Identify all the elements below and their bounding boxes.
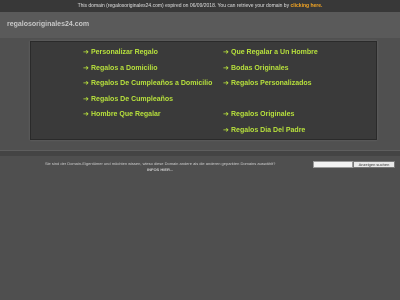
related-link-label: Bodas Originales xyxy=(231,64,289,72)
arrow-right-icon: ➔ xyxy=(83,80,89,87)
related-link-label: Regalos a Domicilio xyxy=(91,64,158,72)
related-link-regalos-personalizados[interactable]: ➔ Regalos Personalizados xyxy=(223,79,373,88)
related-link-label: Hombre Que Regalar xyxy=(91,111,161,118)
right-link-column: ➔ Que Regalar a Un Hombre ➔ Bodas Origin… xyxy=(223,48,373,141)
related-link-que-regalar-hombre[interactable]: ➔ Que Regalar a Un Hombre xyxy=(223,48,373,57)
arrow-right-icon: ➔ xyxy=(83,95,89,103)
site-logo[interactable]: regalosoriginales24.com xyxy=(7,21,89,28)
owner-notice: Sie sind der Domain-Eigentümer und möcht… xyxy=(45,161,310,173)
owner-notice-text: Sie sind der Domain-Eigentümer und möcht… xyxy=(45,161,276,166)
related-link-regalos-a-domicilio[interactable]: ➔ Regalos a Domicilio xyxy=(83,64,233,73)
left-link-column: ➔ Personalizar Regalo ➔ Regalos a Domici… xyxy=(83,48,233,126)
arrow-right-icon: ➔ xyxy=(223,80,229,87)
arrow-right-icon: ➔ xyxy=(223,49,229,56)
related-link-label: Regalos Personalizados xyxy=(231,80,312,87)
related-link-label: Personalizar Regalo xyxy=(91,49,158,56)
retrieve-domain-link[interactable]: clicking here. xyxy=(290,3,322,9)
related-link-label: Regalos Originales xyxy=(231,111,295,118)
arrow-right-icon: ➔ xyxy=(223,111,229,118)
related-link-label: Regalos De Cumpleaños xyxy=(91,95,174,103)
ad-search-button[interactable]: Anzeigen suchen xyxy=(353,161,395,168)
related-link-label: Que Regalar a Un Hombre xyxy=(231,49,318,56)
arrow-right-icon: ➔ xyxy=(83,64,89,72)
footer-separator xyxy=(0,150,400,156)
related-link-label: Regalos De Cumpleaños a Domicilio xyxy=(91,80,213,87)
related-link-bodas-originales[interactable]: ➔ Bodas Originales xyxy=(223,64,373,73)
related-link-label: Regalos Dia Del Padre xyxy=(231,126,306,134)
site-header: regalosoriginales24.com xyxy=(0,12,400,39)
related-link-regalos-originales[interactable]: ➔ Regalos Originales xyxy=(223,110,373,119)
related-link-regalos-cumpleanos[interactable]: ➔ Regalos De Cumpleaños xyxy=(83,95,233,104)
arrow-right-icon: ➔ xyxy=(83,49,89,56)
related-link-regalos-dia-del-padre[interactable]: ➔ Regalos Dia Del Padre xyxy=(223,126,373,135)
arrow-right-icon: ➔ xyxy=(223,126,229,134)
ad-search-input[interactable] xyxy=(313,161,353,168)
related-link-hombre-que-regalar[interactable]: ➔ Hombre Que Regalar xyxy=(83,110,233,119)
arrow-right-icon: ➔ xyxy=(223,64,229,72)
arrow-right-icon: ➔ xyxy=(83,111,89,118)
related-links-panel: ➔ Personalizar Regalo ➔ Regalos a Domici… xyxy=(30,41,377,140)
expiry-notice-text: This domain (regalosoriginales24.com) ex… xyxy=(77,3,290,9)
expiry-notice-bar: This domain (regalosoriginales24.com) ex… xyxy=(0,0,400,12)
related-link-regalos-cumpleanos-domicilio[interactable]: ➔ Regalos De Cumpleaños a Domicilio xyxy=(83,79,233,88)
related-link-personalizar-regalo[interactable]: ➔ Personalizar Regalo xyxy=(83,48,233,57)
more-info-link[interactable]: INFOS HIER... xyxy=(45,167,310,173)
